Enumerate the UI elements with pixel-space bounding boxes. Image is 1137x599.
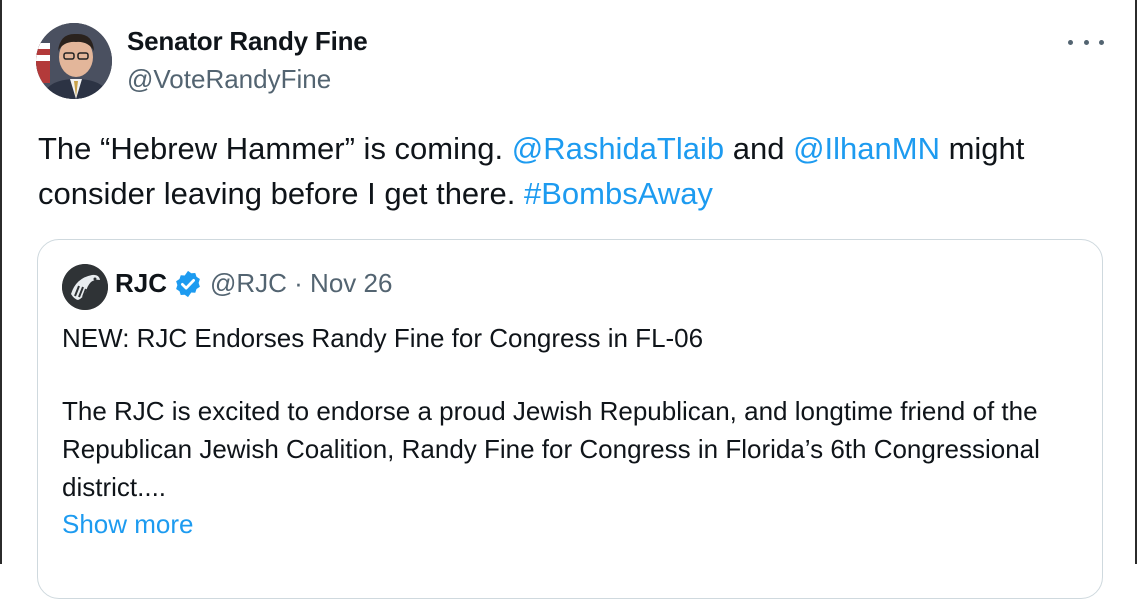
more-horizontal-icon[interactable] — [1068, 32, 1104, 52]
avatar-portrait-image — [36, 23, 112, 99]
quoted-body: The RJC is excited to endorse a proud Je… — [62, 396, 1040, 502]
author-handle[interactable]: @VoteRandyFine — [127, 64, 331, 95]
author-name[interactable]: Senator Randy Fine — [127, 26, 368, 57]
rjc-eagle-logo-icon — [62, 264, 108, 310]
tweet-text-part: The “Hebrew Hammer” is coming. — [38, 131, 512, 166]
quoted-handle-date: @RJC · Nov 26 — [210, 268, 393, 298]
show-more-link[interactable]: Show more — [62, 505, 194, 543]
quoted-author-avatar[interactable] — [62, 264, 108, 310]
mention-link[interactable]: @IlhanMN — [793, 131, 940, 166]
hashtag-link[interactable]: #BombsAway — [524, 176, 713, 211]
more-dot — [1099, 39, 1104, 45]
mention-link[interactable]: @RashidaTlaib — [512, 131, 724, 166]
more-dot — [1068, 39, 1073, 45]
tweet-card: Senator Randy Fine @VoteRandyFine The “H… — [0, 0, 1137, 599]
verified-badge-icon — [176, 270, 200, 298]
author-avatar[interactable] — [36, 23, 112, 99]
more-dot — [1083, 39, 1089, 45]
tweet-text: The “Hebrew Hammer” is coming. @RashidaT… — [38, 126, 1108, 216]
quoted-headline: NEW: RJC Endorses Randy Fine for Congres… — [62, 323, 704, 353]
tweet-text-part: and — [724, 131, 794, 166]
quoted-author-name[interactable]: RJC — [115, 268, 167, 299]
quoted-tweet[interactable]: RJC @RJC · Nov 26 NEW: RJC Endorses Rand… — [37, 239, 1103, 599]
